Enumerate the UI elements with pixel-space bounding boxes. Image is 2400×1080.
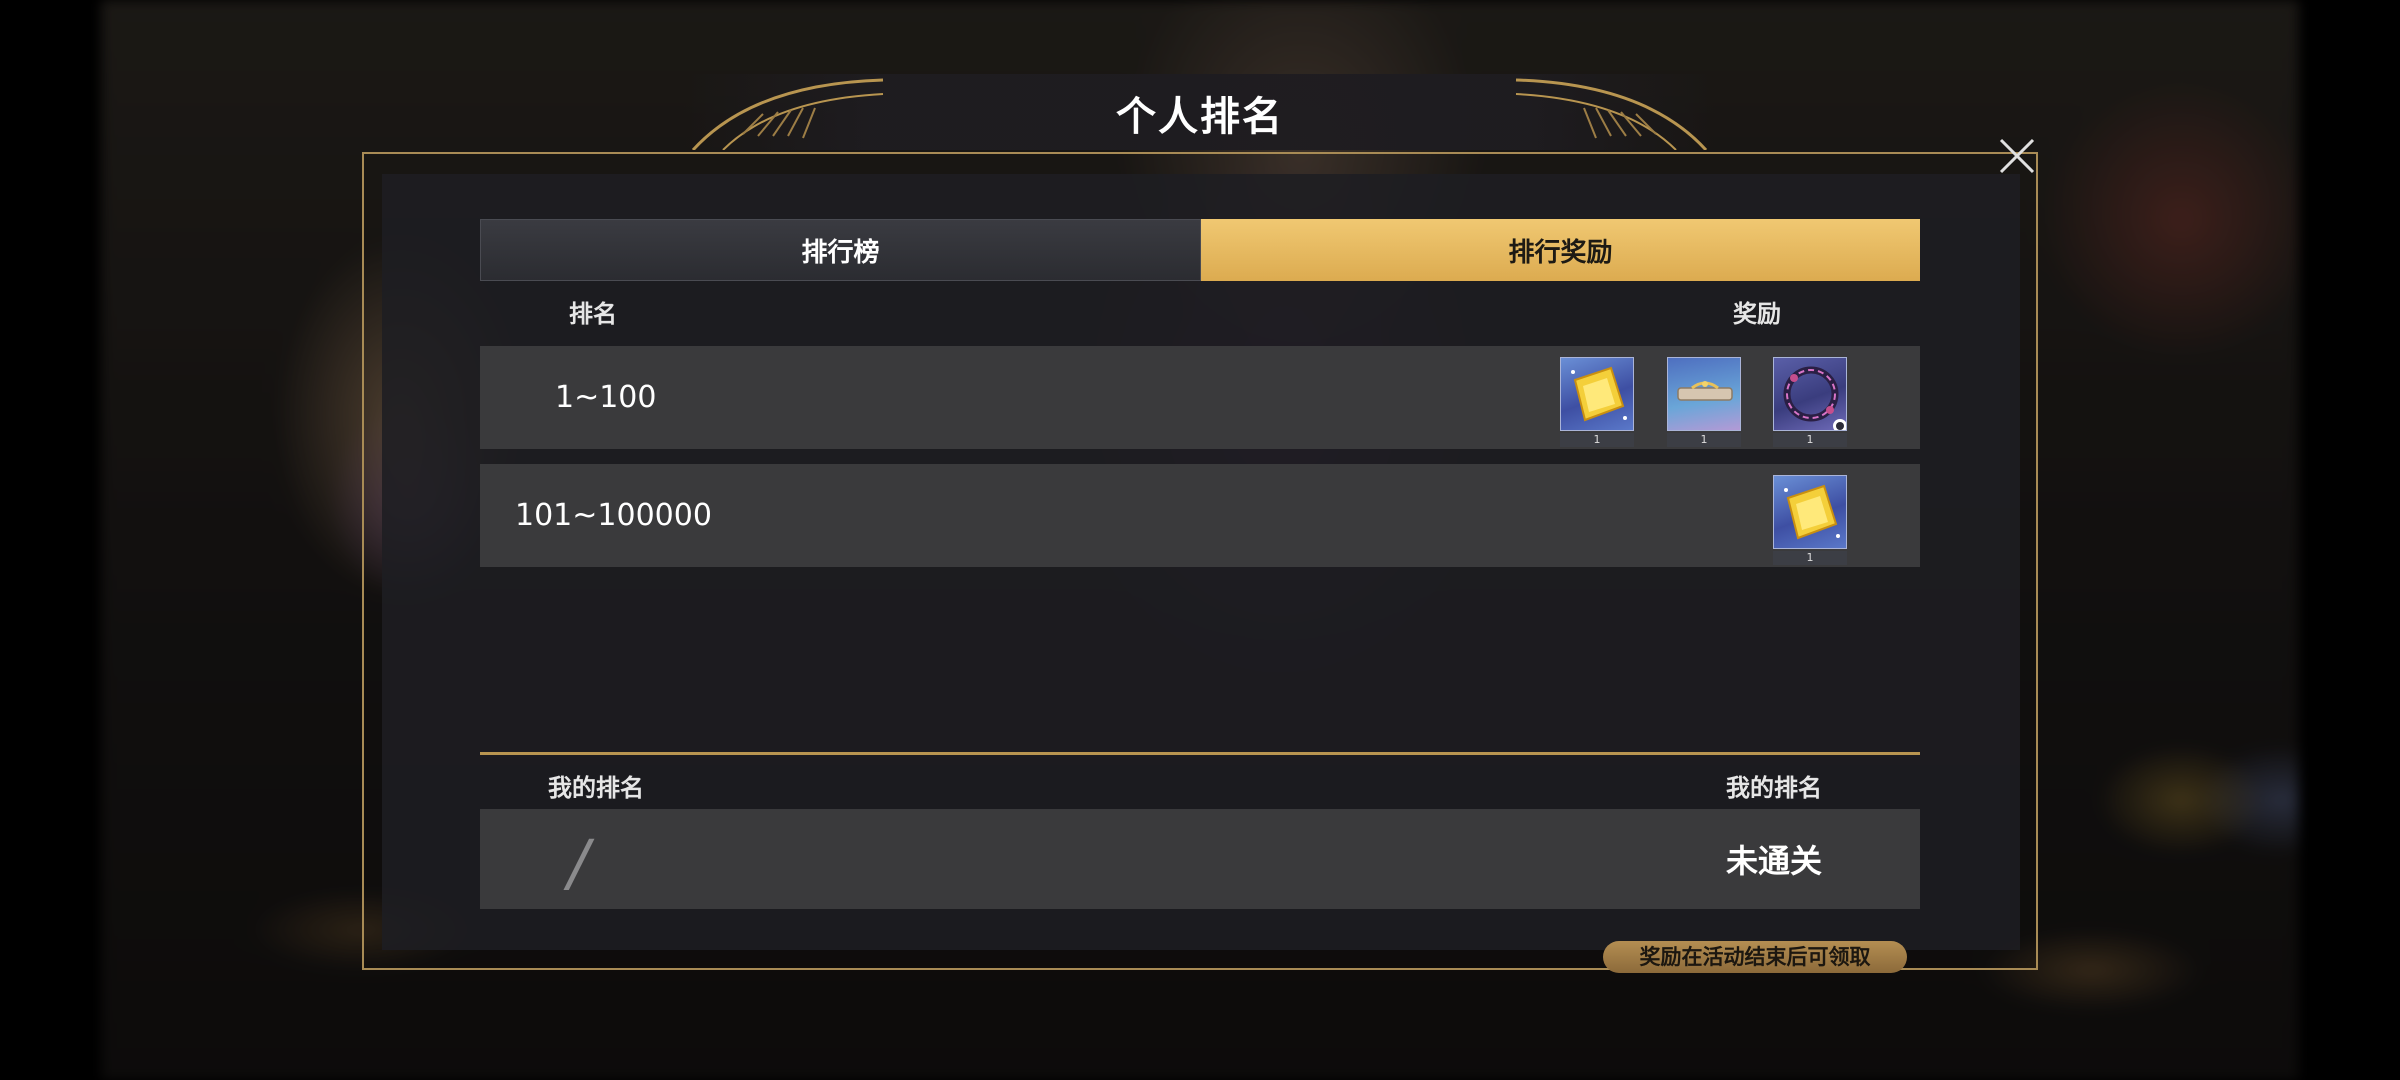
item-count: 1 (1667, 433, 1741, 447)
rank-range: 1~100 (555, 380, 657, 415)
ring-frame-icon (1783, 366, 1846, 430)
my-rank-row (480, 809, 1920, 909)
page-title: 个人排名 (1116, 94, 1284, 140)
tab-bar: 排行榜 排行奖励 (480, 219, 1920, 281)
headband-icon (1677, 381, 1733, 401)
gold-ticket-icon (1784, 484, 1840, 540)
my-rank-value: / (568, 826, 589, 899)
reward-row: 101~100000 (480, 464, 1920, 567)
reward-column-header: 奖励 (1733, 300, 1781, 328)
rank-range: 101~100000 (515, 498, 712, 533)
section-divider (480, 752, 1920, 755)
reward-item[interactable]: 1 (1773, 475, 1847, 565)
item-count: 1 (1773, 433, 1847, 447)
rank-column-header: 排名 (569, 300, 617, 328)
my-rank-status-label: 我的排名 (1726, 774, 1822, 802)
reward-item[interactable]: 1 (1560, 357, 1634, 447)
gold-ticket-icon (1571, 366, 1627, 422)
reward-item[interactable]: 1 (1667, 357, 1741, 447)
close-icon[interactable] (1995, 134, 2039, 178)
my-rank-label: 我的排名 (548, 774, 644, 802)
reward-claim-note: 奖励在活动结束后可领取 (1603, 941, 1907, 973)
item-count: 1 (1773, 551, 1847, 565)
reward-item[interactable]: 1 (1773, 357, 1847, 447)
my-rank-status: 未通关 (1726, 842, 1823, 880)
tab-rank-rewards[interactable]: 排行奖励 (1201, 219, 1920, 281)
item-count: 1 (1560, 433, 1634, 447)
tab-leaderboard[interactable]: 排行榜 (480, 219, 1201, 281)
